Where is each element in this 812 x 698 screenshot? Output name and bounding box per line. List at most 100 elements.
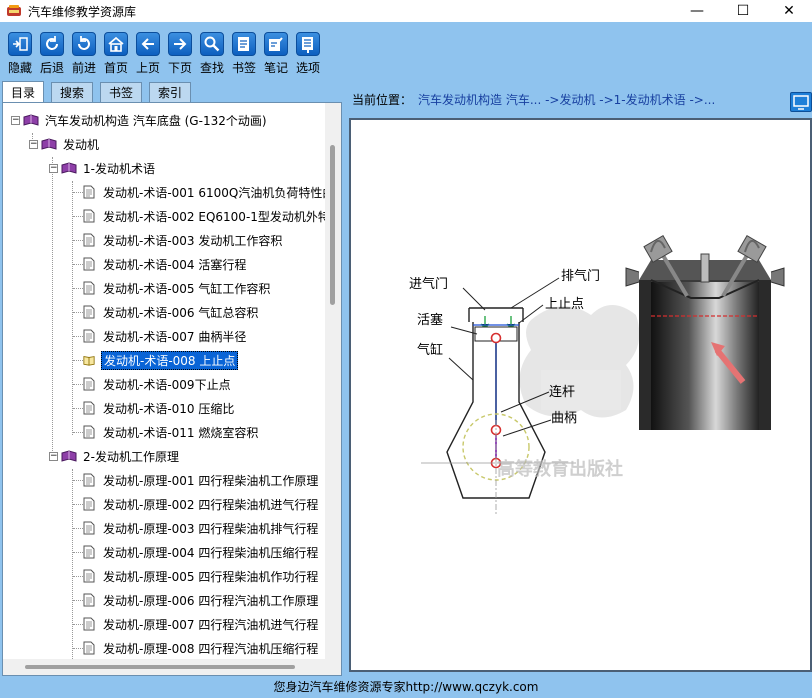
document-icon [83,401,95,415]
label-connecting-rod: 连杆 [549,384,575,400]
tree-item[interactable]: 发动机-原理-004 四行程柴油机压缩行程 [83,543,320,561]
document-icon [83,569,95,583]
collapse-icon[interactable]: − [29,139,38,149]
document-icon [83,329,95,343]
monitor-icon[interactable] [790,92,812,112]
tab-search[interactable]: 搜索 [51,82,94,102]
home-button[interactable]: 首页 [100,22,132,78]
document-icon [83,641,95,655]
options-icon [296,32,320,56]
maximize-button[interactable]: ☐ [720,0,766,22]
hide-button[interactable]: 隐藏 [4,22,36,78]
document-icon [83,425,95,439]
tab-index[interactable]: 索引 [149,82,192,102]
search-button[interactable]: 查找 [196,22,228,78]
valve-marks [480,316,516,329]
document-icon [83,257,95,271]
label-intake-valve: 进气门 [409,276,448,292]
bookmark-icon [232,32,256,56]
forward-button[interactable]: 前进 [68,22,100,78]
note-button[interactable]: 笔记 [260,22,292,78]
tree-node-engine[interactable]: − 发动机 [29,135,101,153]
tree-item[interactable]: 发动机-原理-006 四行程汽油机工作原理 [83,591,320,609]
tree-item[interactable]: 发动机-原理-005 四行程柴油机作功行程 [83,567,320,585]
location-label: 当前位置： [352,92,413,107]
document-icon [83,593,95,607]
engine-tdc-diagram: 进气门 排气门 上止点 活塞 气缸 连杆 曲柄 高等教育出版社 [409,235,785,515]
tree-item[interactable]: 发动机-术语-008 上止点 [83,350,239,370]
label-crank: 曲柄 [551,411,577,426]
tree-item[interactable]: 发动机-原理-007 四行程汽油机进气行程 [83,615,320,633]
book-icon [61,450,77,462]
tree-item[interactable]: 发动机-术语-005 气缸工作容积 [83,279,272,297]
search-icon [200,32,224,56]
scrollbar-thumb[interactable] [330,145,335,305]
tree-item[interactable]: 发动机-原理-003 四行程柴油机排气行程 [83,519,320,537]
label-cylinder: 气缸 [417,342,443,358]
content-pane: 当前位置： 汽车发动机构造 汽车... ->发动机 ->1-发动机术语 ->..… [346,80,812,676]
tree-item[interactable]: 发动机-术语-007 曲柄半径 [83,327,248,345]
animation-view: 进气门 排气门 上止点 活塞 气缸 连杆 曲柄 高等教育出版社 [349,118,812,672]
collapse-icon[interactable]: − [49,451,58,461]
tree-item[interactable]: 发动机-术语-002 EQ6100-1型发动机外特 [83,207,332,225]
tree-node-root[interactable]: − 汽车发动机构造 汽车底盘 (G-132个动画) [11,111,269,129]
toolbar: 隐藏 后退 前进 首页 上页 下页 查找 书签 笔记 选项 [0,22,812,78]
document-icon [83,545,95,559]
home-icon [104,32,128,56]
label-exhaust-valve: 排气门 [561,268,600,284]
tree-item[interactable]: 发动机-术语-003 发动机工作容积 [83,231,284,249]
book-icon [41,138,57,150]
tree-node-group-terms[interactable]: − 1-发动机术语 [49,159,157,177]
book-icon [23,114,39,126]
watermark-text: 高等教育出版社 [497,458,623,480]
back-refresh-icon [40,32,64,56]
tree-item[interactable]: 发动机-原理-008 四行程汽油机压缩行程 [83,639,320,657]
tree-item[interactable]: 发动机-术语-006 气缸总容积 [83,303,260,321]
app-icon [7,5,21,16]
forward-refresh-icon [72,32,96,56]
location-path[interactable]: 汽车发动机构造 汽车... ->发动机 ->1-发动机术语 ->... [418,91,715,108]
book-icon [61,162,77,174]
tree-item[interactable]: 发动机-术语-004 活塞行程 [83,255,248,273]
cylinder-cutaway-image [625,235,785,430]
tree-item[interactable]: 发动机-术语-001 6100Q汽油机负荷特性曲 [83,183,336,201]
status-bar: 您身边汽车维修资源专家http://www.qczyk.com [0,676,812,698]
window-title: 汽车维修教学资源库 [28,4,137,19]
contents-tree: − 汽车发动机构造 汽车底盘 (G-132个动画) − 发动机 − 1-发动机术… [2,102,342,676]
collapse-icon[interactable]: − [49,163,58,173]
tab-contents[interactable]: 目录 [2,81,45,102]
tree-item[interactable]: 发动机-原理-001 四行程柴油机工作原理 [83,471,320,489]
next-page-button[interactable]: 下页 [164,22,196,78]
title-bar: 汽车维修教学资源库 — ☐ ✕ [0,0,812,22]
tab-bookmarks[interactable]: 书签 [100,82,143,102]
bookmark-button[interactable]: 书签 [228,22,260,78]
nav-tabs: 目录 搜索 书签 索引 [2,81,192,102]
tree-item[interactable]: 发动机-术语-011 燃烧室容积 [83,423,260,441]
tree-item[interactable]: 发动机-原理-002 四行程柴油机进气行程 [83,495,320,513]
tree-item[interactable]: 发动机-术语-009下止点 [83,375,233,393]
close-button[interactable]: ✕ [766,0,812,22]
document-icon [83,497,95,511]
minimize-button[interactable]: — [674,0,720,22]
watermark-logo [519,305,640,418]
piston-pin [490,332,502,344]
document-icon [83,209,95,223]
scrollbar-thumb[interactable] [25,665,295,669]
tree-item[interactable]: 发动机-术语-010 压缩比 [83,399,236,417]
collapse-icon[interactable]: − [11,115,20,125]
back-button[interactable]: 后退 [36,22,68,78]
navigation-pane: 目录 搜索 书签 索引 − 汽车发动机构造 汽车底盘 (G-132个动画) − … [0,80,344,676]
tree-horizontal-scrollbar[interactable] [3,659,341,675]
prev-page-button[interactable]: 上页 [132,22,164,78]
location-bar: 当前位置： 汽车发动机构造 汽车... ->发动机 ->1-发动机术语 ->..… [346,80,812,118]
document-icon [83,521,95,535]
document-icon [83,473,95,487]
tree-node-group-principles[interactable]: − 2-发动机工作原理 [49,447,181,465]
tree-vertical-scrollbar[interactable] [325,103,341,659]
note-icon [264,32,288,56]
document-icon [83,281,95,295]
hide-icon [8,32,32,56]
open-book-icon [83,356,95,366]
options-button[interactable]: 选项 [292,22,324,78]
label-tdc: 上止点 [545,297,584,312]
